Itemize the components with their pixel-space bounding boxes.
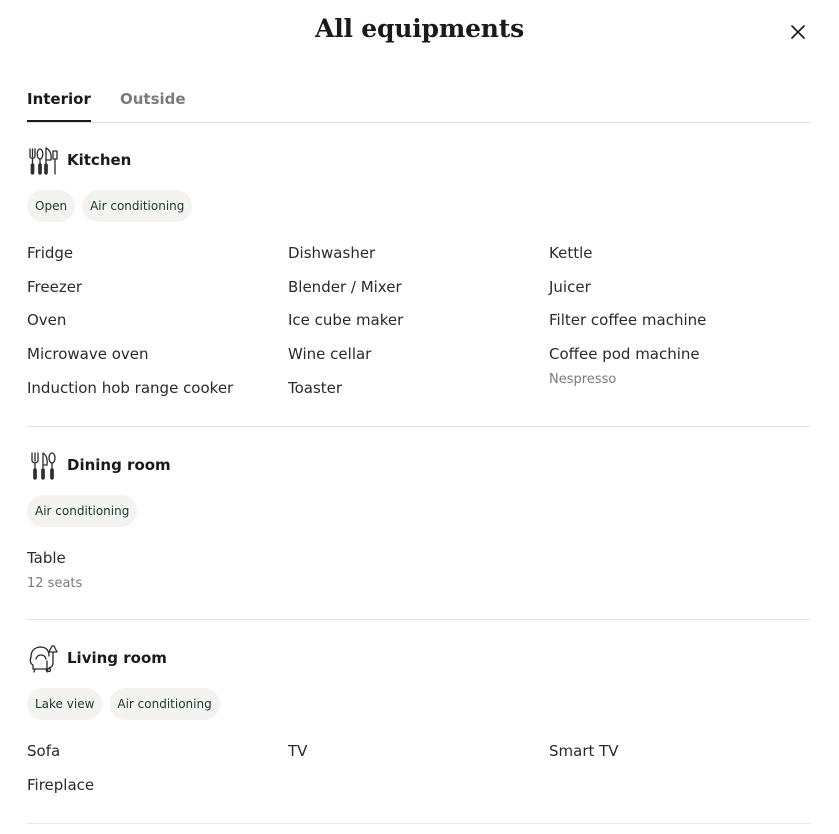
list-item-microwave: Microwave oven [27, 345, 149, 363]
armchair-lamp-icon [29, 645, 58, 673]
list-item-blender: Blender / Mixer [288, 278, 402, 296]
item-note-nespresso: Nespresso [549, 372, 617, 387]
chip-air-conditioning: Air conditioning [109, 688, 220, 720]
dialog-title: All equipments [315, 14, 524, 43]
list-item-juicer: Juicer [549, 278, 591, 296]
list-item-wine-cellar: Wine cellar [288, 345, 372, 363]
list-item-smart-tv: Smart TV [549, 742, 619, 760]
chip-air-conditioning: Air conditioning [27, 495, 138, 527]
list-item-kettle: Kettle [549, 244, 593, 262]
divider [27, 426, 811, 427]
list-item-ice-cube: Ice cube maker [288, 311, 404, 329]
chip-list: Lake view Air conditioning [27, 688, 220, 720]
section-title: Living room [67, 649, 167, 667]
list-item-filter-coffee: Filter coffee machine [549, 311, 707, 329]
list-item-oven: Oven [27, 311, 67, 329]
list-item-induction: Induction hob range cooker [27, 379, 234, 397]
tab-bar: Interior Outside [27, 90, 811, 123]
list-item-table: Table [27, 549, 66, 567]
close-icon [791, 25, 805, 39]
kitchen-utensils-icon [29, 147, 58, 175]
chip-open: Open [27, 190, 76, 222]
item-note-seats: 12 seats [27, 576, 83, 591]
list-item-tv: TV [288, 742, 308, 760]
chip-air-conditioning: Air conditioning [82, 190, 193, 222]
list-item-fireplace: Fireplace [27, 776, 95, 794]
list-item-toaster: Toaster [288, 379, 343, 397]
divider [27, 823, 811, 824]
chip-list: Air conditioning [27, 495, 138, 527]
chip-lake-view: Lake view [27, 688, 103, 720]
divider [27, 619, 811, 620]
list-item-dishwasher: Dishwasher [288, 244, 376, 262]
tab-outside[interactable]: Outside [120, 90, 186, 121]
section-title: Dining room [67, 456, 171, 474]
list-item-coffee-pod: Coffee pod machine [549, 345, 700, 363]
cutlery-icon [31, 452, 56, 480]
list-item-freezer: Freezer [27, 278, 83, 296]
chip-list: Open Air conditioning [27, 190, 193, 222]
section-title: Kitchen [67, 151, 132, 169]
list-item-fridge: Fridge [27, 244, 74, 262]
list-item-sofa: Sofa [27, 742, 61, 760]
close-button[interactable] [786, 20, 810, 44]
tab-interior[interactable]: Interior [27, 90, 91, 122]
